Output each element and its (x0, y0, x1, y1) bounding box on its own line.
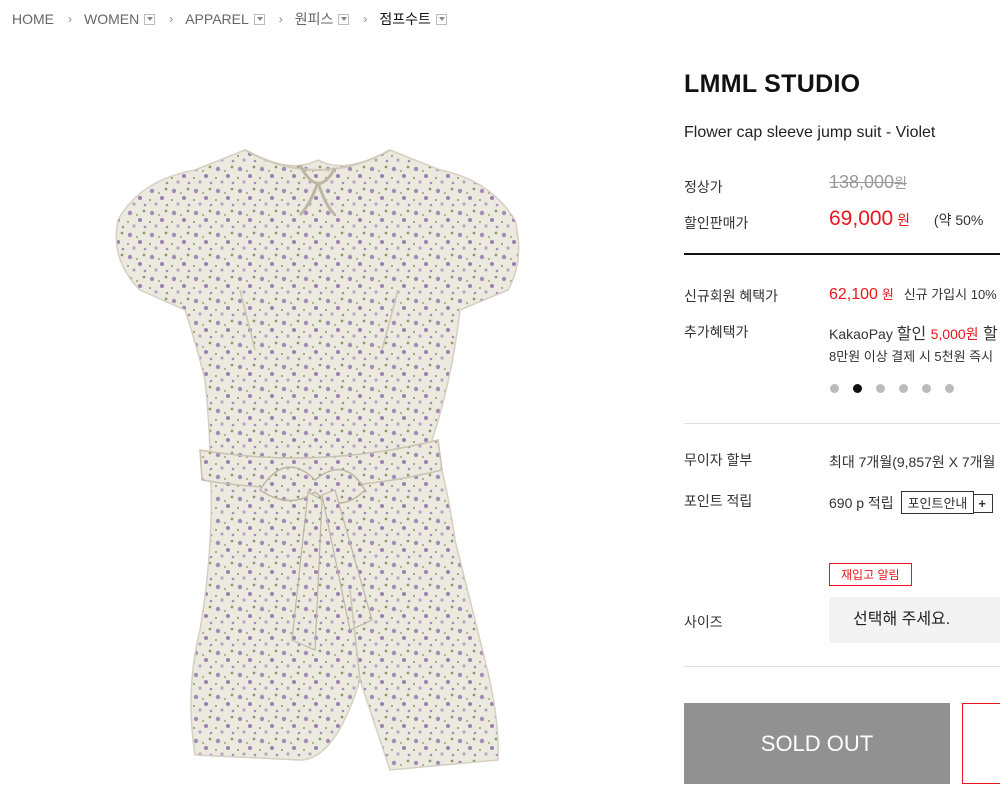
extra-benefit-label: 추가혜택가 (684, 324, 749, 340)
breadcrumb-separator-icon: › (278, 12, 283, 26)
discount-word: 할인 (896, 326, 931, 343)
size-divider (684, 666, 1000, 667)
kakaopay-discount: 5,000원 (930, 326, 979, 342)
chevron-down-icon[interactable] (144, 13, 156, 25)
member-price-label: 신규회원 혜택가 (684, 288, 779, 304)
breadcrumb-women-label[interactable]: WOMEN (84, 11, 139, 27)
carousel-dot[interactable] (830, 384, 839, 393)
extra-benefit-line2: 8만원 이상 결제 시 5천원 즉시 (829, 349, 994, 364)
point-row: 690 p 적립 포인트안내 + (829, 491, 994, 514)
sale-price-label: 할인판매가 (684, 215, 749, 231)
price-divider (684, 253, 1000, 255)
regular-price-value: 138,000 (829, 172, 895, 192)
extra-line1-suffix: 할 (978, 326, 998, 343)
brand-name: LMML STUDIO (684, 70, 861, 98)
jumpsuit-illustration (115, 149, 520, 771)
chevron-down-icon[interactable] (338, 13, 350, 25)
sold-out-button[interactable]: SOLD OUT (684, 703, 950, 784)
sale-price-value: 69,000 (829, 207, 894, 230)
benefit-carousel-dots (830, 384, 954, 393)
carousel-dot-active[interactable] (853, 384, 862, 393)
member-price-value: 62,100 (829, 286, 878, 303)
point-plus-button[interactable]: + (974, 494, 994, 513)
member-note: 신규 가입시 10% (903, 287, 997, 302)
breadcrumb-apparel[interactable]: APPAREL (185, 11, 265, 27)
breadcrumb-home-label[interactable]: HOME (12, 11, 54, 27)
breadcrumb-apparel-label[interactable]: APPAREL (185, 11, 249, 27)
kakaopay-text: KakaoPay (829, 326, 897, 342)
installment-value: 최대 7개월(9,857원 X 7개월 (829, 454, 996, 470)
breadcrumb-separator-icon: › (68, 12, 72, 26)
carousel-dot[interactable] (945, 384, 954, 393)
point-info-button[interactable]: 포인트안내 (900, 491, 975, 514)
discount-note: (약 50% (933, 212, 984, 228)
breadcrumb-home[interactable]: HOME (12, 11, 54, 27)
breadcrumb-jumpsuit-label[interactable]: 점프수트 (379, 9, 431, 29)
breadcrumb-onepiece-label[interactable]: 원피스 (295, 9, 334, 29)
breadcrumb: HOME › WOMEN › APPAREL › 원피스 › 점프수트 (12, 8, 447, 30)
product-name: Flower cap sleeve jump suit - Violet (684, 124, 936, 141)
chevron-down-icon[interactable] (253, 13, 265, 25)
regular-price-label: 정상가 (684, 179, 723, 195)
breadcrumb-separator-icon: › (169, 12, 174, 26)
regular-price-unit: 원 (894, 175, 907, 191)
wishlist-button[interactable] (962, 703, 1000, 784)
carousel-dot[interactable] (922, 384, 931, 393)
breadcrumb-women[interactable]: WOMEN (84, 11, 156, 27)
carousel-dot[interactable] (876, 384, 885, 393)
point-value: 690 p 적립 (829, 495, 894, 511)
regular-price: 138,000원 (829, 172, 907, 193)
product-image[interactable] (60, 120, 580, 800)
breadcrumb-separator-icon: › (363, 12, 368, 26)
size-label: 사이즈 (684, 614, 723, 630)
extra-benefit-line1: KakaoPay 할인 5,000원 할 (829, 320, 998, 344)
installment-label: 무이자 할부 (684, 452, 753, 468)
sale-price-unit: 원 (897, 212, 911, 228)
member-price-unit: 원 (881, 287, 894, 302)
sale-price: 69,000 원 (약 50% (829, 207, 983, 231)
section-divider (684, 423, 1000, 424)
chevron-down-icon[interactable] (435, 13, 447, 25)
point-label: 포인트 적립 (684, 493, 753, 509)
member-price: 62,100 원 신규 가입시 10% (829, 284, 997, 304)
breadcrumb-jumpsuit[interactable]: 점프수트 (379, 9, 447, 29)
carousel-dot[interactable] (899, 384, 908, 393)
restock-alert-button[interactable]: 재입고 알림 (829, 563, 912, 586)
breadcrumb-onepiece[interactable]: 원피스 (295, 9, 350, 29)
size-select[interactable]: 선택해 주세요. (829, 597, 1000, 643)
